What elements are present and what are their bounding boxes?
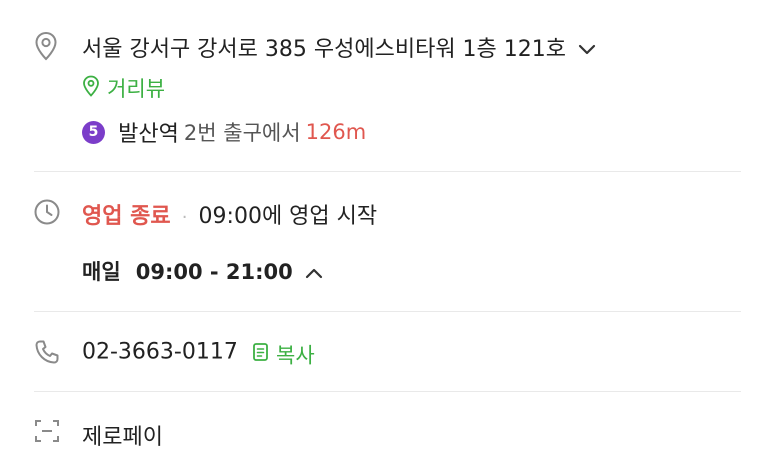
phone-icon [33, 338, 61, 370]
hours-status-row: 영업 종료 · 09:00에 영업 시작 [82, 198, 377, 230]
divider [34, 391, 741, 392]
separator-dot: · [181, 207, 188, 228]
divider [34, 171, 741, 172]
clock-icon [33, 198, 61, 230]
divider [34, 311, 741, 312]
business-status: 영업 종료 [82, 204, 171, 229]
chevron-up-icon[interactable] [304, 265, 324, 284]
copy-button[interactable]: 복사 [251, 343, 315, 367]
street-view-label: 거리뷰 [107, 77, 166, 101]
schedule-day: 매일 [82, 260, 121, 284]
copy-label: 복사 [276, 343, 315, 367]
next-open-text: 09:00에 영업 시작 [198, 204, 378, 229]
street-view-pin-icon [82, 75, 100, 101]
chevron-down-icon[interactable] [577, 42, 597, 61]
subway-station: 발산역 [118, 122, 179, 147]
location-pin-icon [34, 31, 58, 65]
phone-number[interactable]: 02-3663-0117 [82, 340, 238, 365]
subway-info: 5 발산역 2번 출구에서 126m [82, 116, 366, 148]
subway-line-badge: 5 [82, 120, 105, 144]
schedule-time: 09:00 - 21:00 [135, 260, 293, 284]
subway-distance: 126m [305, 120, 367, 144]
phone-row: 02-3663-0117 복사 [82, 339, 315, 369]
address-row[interactable]: 서울 강서구 강서로 385 우성에스비타워 1층 121호 [82, 31, 597, 63]
payment-label: 제로페이 [82, 425, 163, 450]
payment-row: 제로페이 [82, 419, 163, 451]
subway-exit-text: 2번 출구에서 [183, 121, 301, 145]
address-text: 서울 강서구 강서로 385 우성에스비타워 1층 121호 [82, 37, 567, 62]
street-view-link[interactable]: 거리뷰 [82, 73, 165, 103]
copy-icon [251, 341, 271, 367]
scan-icon [34, 419, 60, 447]
hours-schedule-row[interactable]: 매일 09:00 - 21:00 [82, 256, 324, 286]
